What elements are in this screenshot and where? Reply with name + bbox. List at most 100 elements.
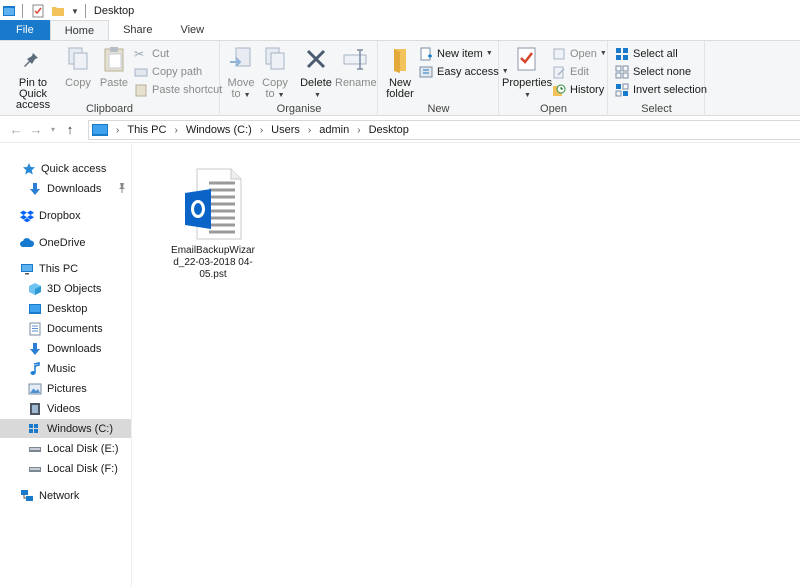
forward-arrow-icon[interactable]: →	[26, 122, 46, 137]
delete-label: Delete	[300, 77, 332, 89]
back-arrow-icon[interactable]: ←	[6, 122, 26, 137]
easy-access-label: Easy access	[437, 65, 499, 78]
new-group-label: New	[427, 103, 450, 115]
select-all-button[interactable]: Select all	[615, 45, 678, 62]
sidebar-item-label: Desktop	[47, 302, 88, 315]
sidebar-item-network[interactable]: Network	[0, 486, 131, 505]
paste-label: Paste	[99, 77, 129, 89]
open-button[interactable]: Open ▼	[552, 45, 607, 62]
sidebar-item-local-disk-e[interactable]: Local Disk (E:)	[0, 439, 131, 458]
drive-icon	[29, 446, 41, 452]
copy-to-button[interactable]: Copy to ▼	[259, 44, 291, 101]
new-folder-icon	[394, 49, 406, 73]
sidebar-item-local-disk-f[interactable]: Local Disk (F:)	[0, 459, 131, 478]
pin-to-quick-access-button[interactable]: Pin to Quick access	[4, 44, 62, 111]
history-button[interactable]: History	[552, 81, 604, 98]
copy-path-button[interactable]: Copy path	[134, 63, 202, 80]
delete-x-icon	[306, 49, 326, 69]
file-item[interactable]: EmailBackupWizard_22-03-2018 04-05.pst	[171, 167, 255, 281]
sidebar-item-downloads[interactable]: Downloads	[0, 339, 131, 358]
move-to-button[interactable]: Move to ▼	[225, 44, 257, 101]
sidebar-item-pictures[interactable]: Pictures	[0, 379, 131, 398]
delete-dropdown-icon[interactable]: ▼	[297, 89, 335, 101]
sidebar-item-music[interactable]: Music	[0, 359, 131, 378]
download-arrow-icon	[30, 182, 40, 195]
properties-dropdown-icon[interactable]: ▼	[502, 89, 550, 101]
paste-shortcut-button[interactable]: Paste shortcut	[134, 81, 222, 98]
properties-check-icon[interactable]	[31, 4, 45, 18]
sidebar-item-dropbox[interactable]: Dropbox	[0, 206, 131, 225]
drive-icon	[29, 466, 41, 472]
sidebar-item-quick-access[interactable]: Quick access	[0, 159, 131, 178]
breadcrumb-chevron-icon[interactable]: ›	[308, 125, 311, 136]
title-bar: ▼ Desktop	[0, 0, 800, 22]
sidebar-item-videos[interactable]: Videos	[0, 399, 131, 418]
open-label: Open	[570, 47, 597, 60]
sidebar-item-downloads-pinned[interactable]: Downloads	[0, 179, 131, 198]
recent-locations-chevron-icon[interactable]: ▾	[46, 125, 60, 134]
pin-icon	[24, 50, 38, 67]
breadcrumb-chevron-icon[interactable]: ›	[357, 125, 360, 136]
breadcrumb-chevron-icon[interactable]: ›	[260, 125, 263, 136]
dropbox-icon	[20, 210, 34, 222]
file-list-pane[interactable]: EmailBackupWizard_22-03-2018 04-05.pst	[133, 143, 800, 587]
qat-dropdown-icon[interactable]: ▼	[71, 7, 79, 16]
new-item-button[interactable]: New item ▼	[419, 45, 493, 62]
breadcrumb-chevron-icon[interactable]: ›	[116, 125, 119, 136]
sidebar-item-desktop[interactable]: Desktop	[0, 299, 131, 318]
breadcrumb-this-pc[interactable]: This PC	[127, 124, 166, 136]
file-name-label: EmailBackupWizard_22-03-2018 04-05.pst	[171, 245, 255, 280]
explorer-window-icon[interactable]	[2, 4, 16, 18]
breadcrumb-chevron-icon[interactable]: ›	[174, 125, 177, 136]
sidebar-item-this-pc[interactable]: This PC	[0, 259, 131, 278]
pin-label-line1: Pin to Quick	[18, 77, 48, 100]
paste-button[interactable]: Paste	[97, 44, 131, 89]
invert-selection-button[interactable]: Invert selection	[615, 81, 707, 98]
cut-button[interactable]: ✂ Cut	[134, 45, 169, 62]
properties-label: Properties	[502, 77, 553, 89]
paste-clipboard-icon	[104, 47, 124, 72]
tab-home[interactable]: Home	[49, 20, 110, 40]
properties-button[interactable]: Properties ▼	[502, 44, 553, 101]
up-arrow-icon[interactable]: ↑	[60, 122, 80, 137]
clipboard-group: Pin to Quick access Copy Paste ✂ Cut Cop…	[0, 41, 222, 116]
cloud-icon	[20, 237, 34, 247]
sidebar-item-label: Music	[47, 362, 76, 375]
paste-shortcut-label: Paste shortcut	[152, 83, 223, 96]
desktop-location-icon	[92, 123, 108, 136]
rename-icon	[343, 49, 367, 70]
sidebar-item-3d-objects[interactable]: 3D Objects	[0, 279, 131, 298]
easy-access-icon	[419, 66, 433, 77]
breadcrumb-users[interactable]: Users	[271, 124, 300, 136]
star-icon	[23, 162, 35, 174]
sidebar-item-documents[interactable]: Documents	[0, 319, 131, 338]
sidebar-item-label: Local Disk (E:)	[47, 442, 119, 455]
tab-file[interactable]: File	[0, 20, 50, 40]
address-bar[interactable]: › This PC › Windows (C:) › Users › admin…	[88, 120, 800, 140]
sidebar-item-onedrive[interactable]: OneDrive	[0, 233, 131, 252]
breadcrumb-windows-c[interactable]: Windows (C:)	[186, 124, 252, 136]
tab-view[interactable]: View	[166, 20, 218, 40]
organise-group: Move to ▼ Copy to ▼ Delete ▼ Rename Organi…	[221, 41, 378, 116]
title-separator	[84, 4, 86, 18]
new-folder-icon[interactable]	[51, 4, 65, 18]
sidebar-item-label: Windows (C:)	[47, 422, 114, 435]
select-none-button[interactable]: Select none	[615, 63, 691, 80]
move-to-label-line1: Move	[227, 77, 255, 89]
rename-button[interactable]: Rename	[335, 44, 377, 89]
pin-icon[interactable]	[117, 182, 127, 194]
select-all-icon	[616, 47, 628, 60]
select-group: Select all Select none Invert selection …	[609, 41, 707, 116]
copy-icon	[68, 47, 88, 70]
delete-button[interactable]: Delete ▼	[297, 44, 335, 101]
breadcrumb-admin[interactable]: admin	[319, 124, 349, 136]
open-icon	[553, 48, 565, 59]
edit-button[interactable]: Edit	[552, 63, 589, 80]
easy-access-button[interactable]: Easy access ▼	[419, 63, 509, 80]
sidebar-item-windows-c[interactable]: Windows (C:)	[0, 419, 131, 438]
tab-share[interactable]: Share	[109, 20, 166, 40]
new-item-label: New item	[437, 47, 483, 60]
new-folder-button[interactable]: New folder	[382, 44, 418, 100]
copy-button[interactable]: Copy	[62, 44, 94, 89]
breadcrumb-desktop[interactable]: Desktop	[369, 124, 409, 136]
